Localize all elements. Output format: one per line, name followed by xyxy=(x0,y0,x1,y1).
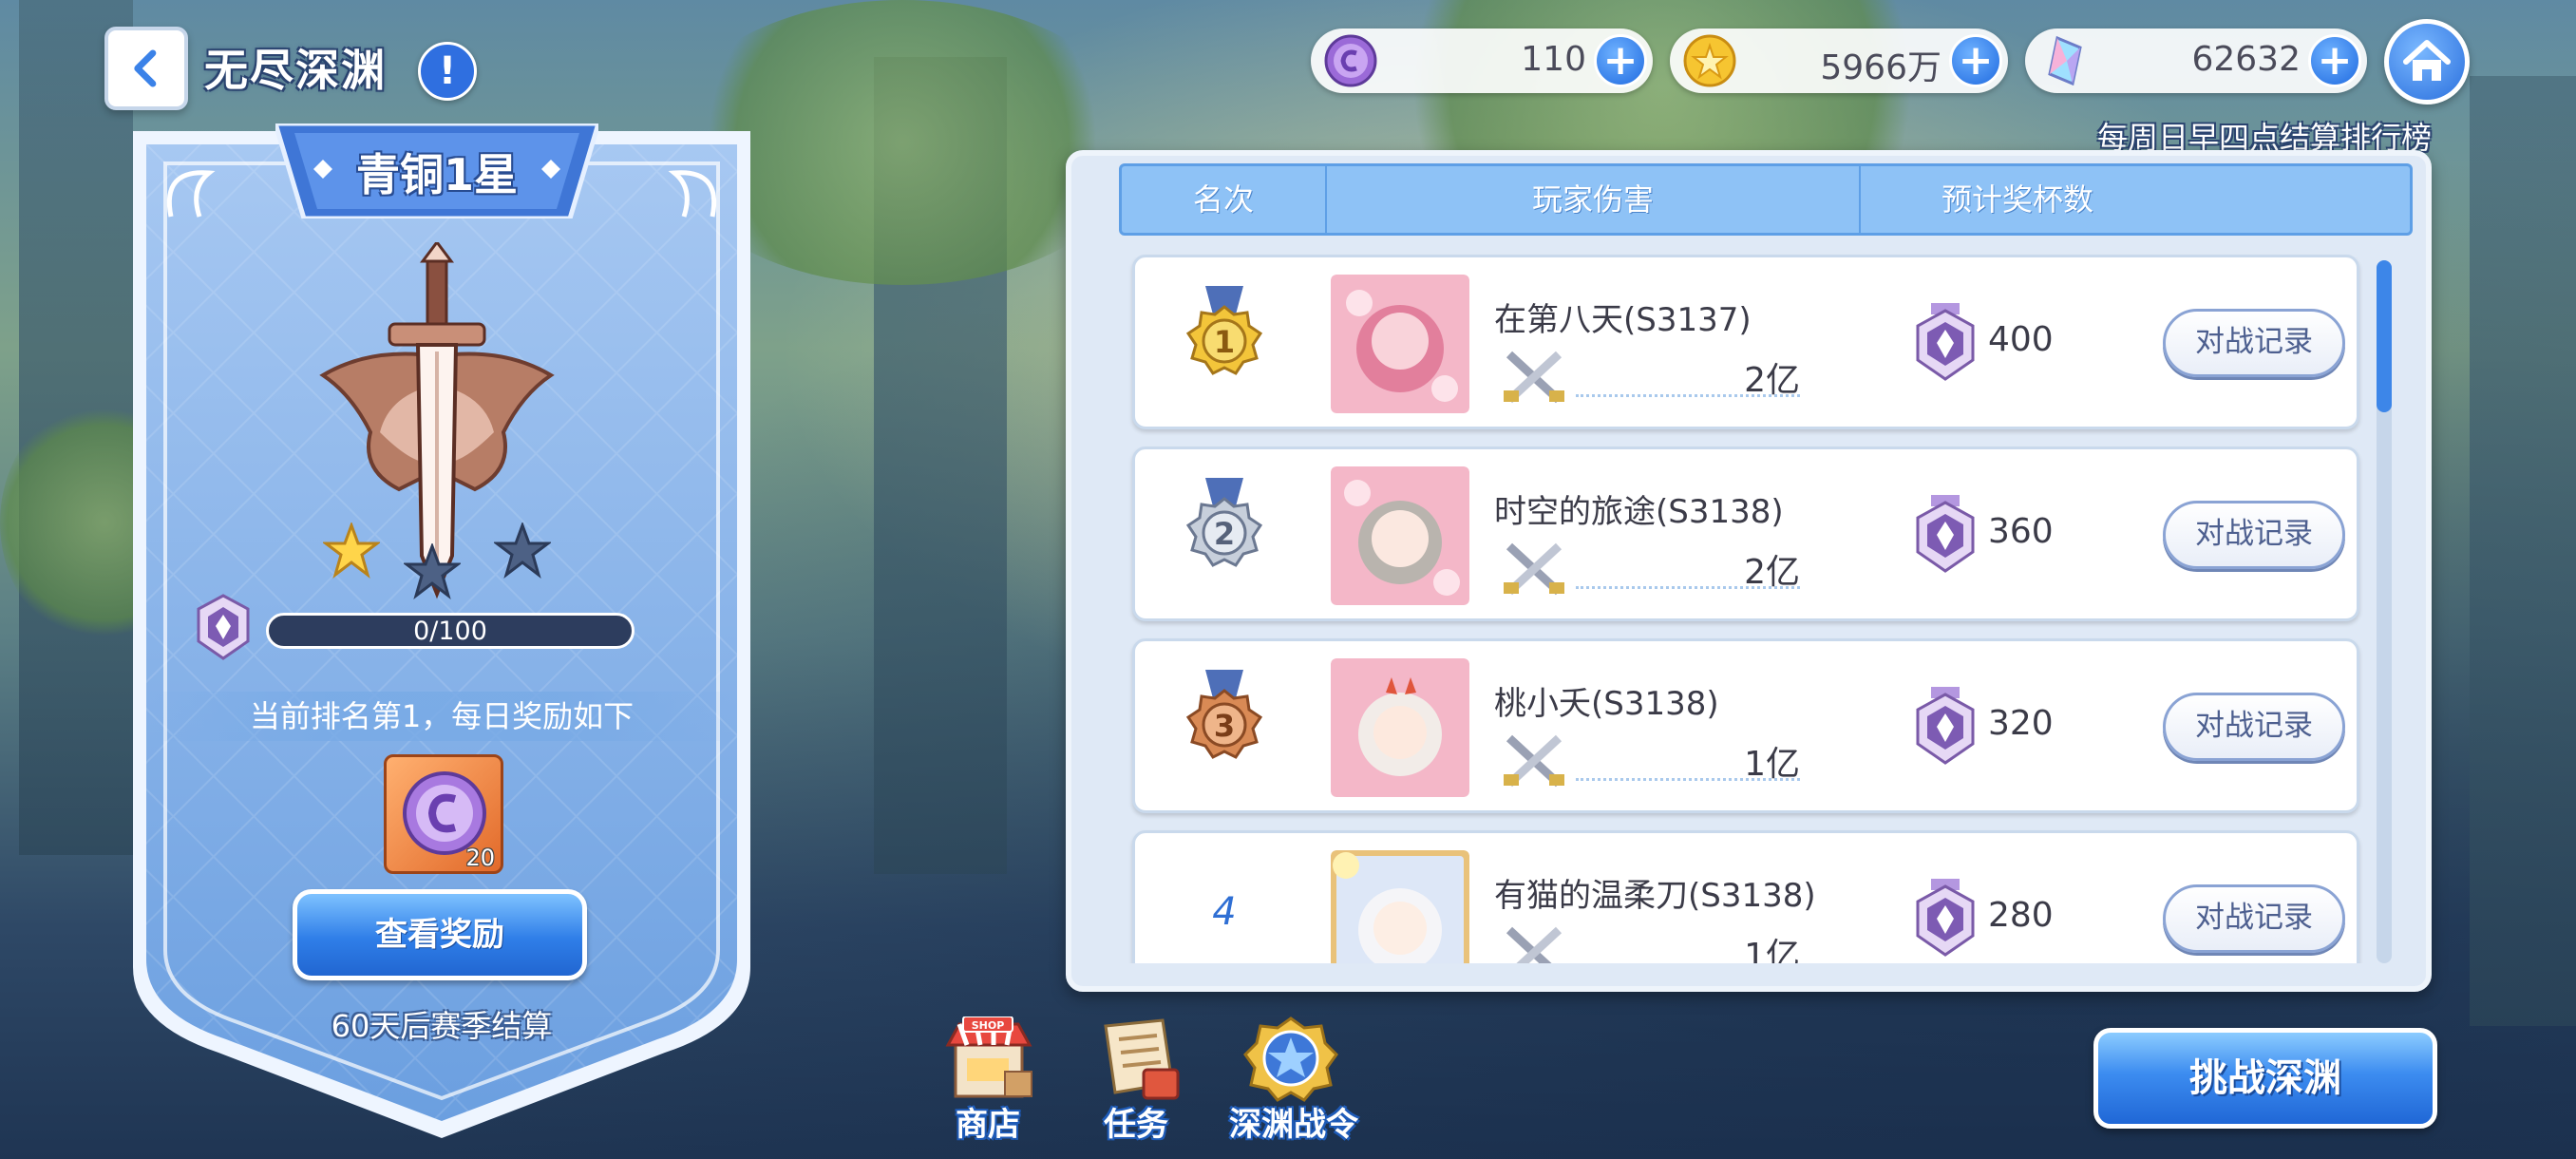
trophy-icon xyxy=(1916,303,1975,381)
bronze-medal-icon: 3 xyxy=(1185,670,1263,759)
battle-pass-medal-icon xyxy=(1243,1016,1338,1102)
challenge-abyss-button[interactable]: 挑战深渊 xyxy=(2093,1028,2437,1129)
info-icon[interactable]: ! xyxy=(418,42,477,101)
battle-record-button[interactable]: 对战记录 xyxy=(2163,693,2345,761)
progress-text: 0/100 xyxy=(413,617,487,646)
header-damage: 玩家伤害 xyxy=(1531,181,1654,218)
player-avatar[interactable] xyxy=(1331,658,1469,797)
silver-medal-icon: 2 xyxy=(1185,478,1263,567)
svg-text:3: 3 xyxy=(1214,708,1235,744)
crystal-icon xyxy=(2048,35,2082,86)
player-name: 桃小夭(S3138) xyxy=(1494,685,1719,723)
player-name: 时空的旅途(S3138) xyxy=(1494,493,1784,531)
menu-label: 深渊战令 xyxy=(1229,1106,1358,1144)
ranking-row[interactable]: 4 有猫的温柔刀(S3138) 1亿 280 对战记录 xyxy=(1132,830,2359,963)
star-empty-icon xyxy=(404,543,461,599)
menu-battle-pass[interactable]: 深渊战令 xyxy=(1229,1016,1358,1145)
add-gold-button[interactable]: + xyxy=(1949,34,2002,87)
home-button[interactable] xyxy=(2384,19,2470,104)
page-title: 无尽深渊 xyxy=(204,45,387,96)
home-icon xyxy=(2403,40,2451,81)
currency-value: 5966万 xyxy=(1820,48,1941,87)
expected-cups: 360 xyxy=(1988,512,2054,551)
player-damage: 1亿 xyxy=(1744,745,1800,784)
trophy-icon xyxy=(1916,687,1975,765)
crossed-swords-icon xyxy=(1504,542,1564,596)
battle-record-button[interactable]: 对战记录 xyxy=(2163,501,2345,569)
player-damage: 1亿 xyxy=(1744,937,1800,963)
shop-icon: SHOP xyxy=(945,1016,1032,1098)
expected-cups: 280 xyxy=(1988,896,2054,935)
header-rank: 名次 xyxy=(1192,181,1254,218)
daily-reward-item[interactable]: 20 xyxy=(384,754,503,874)
expected-cups: 320 xyxy=(1988,704,2054,743)
battle-record-button[interactable]: 对战记录 xyxy=(2163,309,2345,377)
svg-text:1: 1 xyxy=(1214,324,1235,360)
player-avatar[interactable] xyxy=(1331,466,1469,605)
ranking-list[interactable]: 1 在第八天(S3137) 2亿 400 对战记录 2 时空的旅途(S3138)… xyxy=(1128,249,2363,963)
currency-gold: 5966万 + xyxy=(1670,28,2008,93)
crossed-swords-icon xyxy=(1504,351,1564,404)
background-pillar xyxy=(2470,76,2576,1026)
gold-medal-icon: 1 xyxy=(1185,286,1263,375)
currency-value: 62632 xyxy=(2191,40,2301,79)
ranking-row[interactable]: 2 时空的旅途(S3138) 2亿 360 对战记录 xyxy=(1132,446,2359,621)
ranking-table-header: 名次 玩家伤害 预计奖杯数 xyxy=(1119,163,2413,236)
svg-text:2: 2 xyxy=(1214,516,1235,552)
player-avatar[interactable] xyxy=(1331,850,1469,963)
back-button[interactable] xyxy=(104,27,188,110)
ranking-row[interactable]: 3 桃小夭(S3138) 1亿 320 对战记录 xyxy=(1132,638,2359,813)
currency-abyss-coin: 110 + xyxy=(1311,28,1653,93)
shop-sign-text: SHOP xyxy=(972,1019,1005,1032)
menu-shop[interactable]: SHOP 商店 xyxy=(931,1016,1045,1145)
battle-record-button[interactable]: 对战记录 xyxy=(2163,884,2345,953)
chevron-left-icon xyxy=(134,49,157,87)
ranking-scrollbar[interactable] xyxy=(2377,260,2392,963)
gold-star-coin-icon xyxy=(1683,34,1736,87)
currency-value: 110 xyxy=(1521,40,1586,79)
trophy-icon xyxy=(197,594,250,660)
player-name: 在第八天(S3137) xyxy=(1494,301,1752,339)
header-cups: 预计奖杯数 xyxy=(1941,181,2093,218)
view-reward-button[interactable]: 查看奖励 xyxy=(293,889,587,980)
current-rank-description: 当前排名第1，每日奖励如下 xyxy=(152,692,731,741)
add-gem-button[interactable]: + xyxy=(2308,34,2361,87)
crossed-swords-icon xyxy=(1504,734,1564,788)
rank-number: 4 xyxy=(1212,890,1237,934)
purple-coin-icon xyxy=(1324,34,1377,87)
tier-progress-bar: 0/100 xyxy=(266,613,635,649)
player-damage: 2亿 xyxy=(1744,361,1800,400)
task-scroll-icon xyxy=(1104,1018,1180,1100)
player-name: 有猫的温柔刀(S3138) xyxy=(1494,877,1816,915)
ranking-row[interactable]: 1 在第八天(S3137) 2亿 400 对战记录 xyxy=(1132,255,2359,429)
player-avatar[interactable] xyxy=(1331,275,1469,413)
menu-label: 商店 xyxy=(956,1106,1020,1144)
trophy-icon xyxy=(1916,495,1975,573)
tier-name: 青铜1星 xyxy=(355,149,518,200)
trophy-icon xyxy=(1916,879,1975,957)
crossed-swords-icon xyxy=(1506,926,1563,963)
reward-quantity: 20 xyxy=(465,845,495,871)
player-damage: 2亿 xyxy=(1744,553,1800,592)
star-filled-icon xyxy=(323,522,380,579)
scrollbar-thumb[interactable] xyxy=(2377,260,2392,412)
expected-cups: 400 xyxy=(1988,320,2054,359)
add-abyss-coin-button[interactable]: + xyxy=(1594,34,1647,87)
menu-label: 任务 xyxy=(1104,1106,1168,1144)
currency-gem: 62632 + xyxy=(2025,28,2367,93)
star-empty-icon xyxy=(494,522,551,579)
season-end-countdown: 60天后赛季结算 xyxy=(331,1008,553,1044)
menu-tasks[interactable]: 任务 xyxy=(1079,1016,1193,1145)
